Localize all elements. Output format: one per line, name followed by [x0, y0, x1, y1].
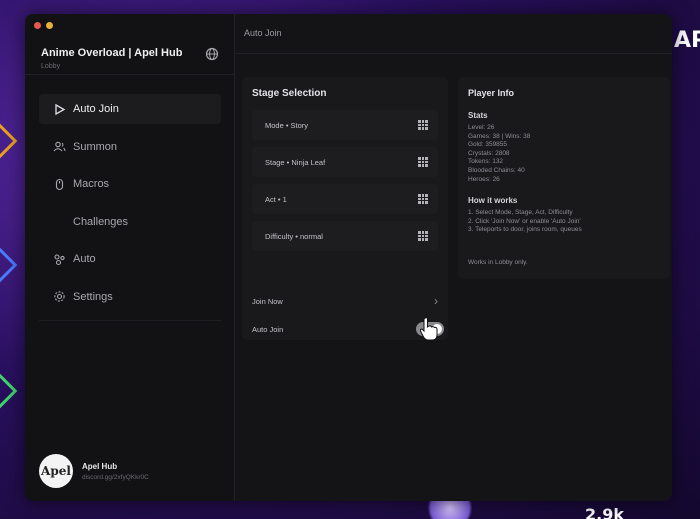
close-dot[interactable] [34, 22, 41, 29]
bg-corner-text: AP [674, 28, 700, 53]
stat-line: Tokens: 132 [468, 158, 504, 166]
how-step: 1. Select Mode, Stage, Act, Difficulty [468, 209, 573, 216]
stat-line: Games: 38 | Wins: 38 [468, 132, 531, 140]
act-dropdown[interactable]: Act • 1 [252, 184, 438, 214]
stage-selection-panel: Stage Selection Mode • Story Stage • Nin… [242, 77, 448, 340]
stage-dropdown[interactable]: Stage • Ninja Leaf [252, 147, 438, 177]
sidebar-item-settings[interactable]: Settings [39, 282, 221, 312]
sidebar-item-label: Summon [73, 140, 118, 153]
sidebar-item-label: Auto Join [73, 103, 119, 115]
user-profile[interactable]: Apel Apel Hub discord.gg/2xfyQKkr0C [39, 454, 149, 488]
lobby-note: Works in Lobby only. [468, 259, 528, 266]
mode-dropdown[interactable]: Mode • Story [252, 110, 438, 140]
bg-bottom-text: 2.9k [585, 505, 624, 519]
top-bar: Auto Join [236, 14, 672, 54]
stats-heading: Stats [468, 111, 488, 120]
how-it-works-heading: How it works [468, 196, 518, 205]
play-icon [52, 102, 66, 116]
sidebar-item-auto-join[interactable]: Auto Join [39, 94, 221, 124]
minimize-dot[interactable] [46, 22, 53, 29]
grid-icon [418, 157, 428, 167]
bg-diamond-green [0, 372, 18, 410]
act-dropdown-label: Act • 1 [265, 194, 287, 204]
hand-cursor-icon [419, 317, 438, 341]
globe-icon[interactable] [205, 47, 219, 61]
stat-line: Gold: 359855 [468, 141, 508, 149]
sidebar-nav: Auto Join Summon Macros Challenges Auto … [39, 94, 221, 319]
join-now-button[interactable]: Join Now › [252, 289, 442, 313]
sidebar-item-label: Macros [73, 178, 110, 190]
bg-diamond-orange [0, 122, 18, 160]
app-window: Anime Overload | Apel Hub Lobby Auto Joi… [25, 14, 672, 501]
grid-icon [418, 120, 428, 130]
how-step: 3. Teleports to door, joins room, queues [468, 226, 582, 234]
sidebar-divider [25, 74, 235, 75]
app-title: Anime Overload | Apel Hub [41, 47, 183, 59]
profile-discord: discord.gg/2xfyQKkr0C [82, 473, 149, 481]
difficulty-dropdown-label: Difficulty • normal [265, 231, 323, 241]
stat-line: Blooded Chains: 40 [468, 166, 525, 174]
bg-diamond-blue [0, 246, 18, 284]
window-controls [34, 22, 53, 29]
how-step: 2. Click 'Join Now' or enable 'Auto Join… [468, 217, 581, 225]
sidebar-bottom-divider [39, 320, 221, 321]
breadcrumb: Auto Join [244, 28, 282, 38]
stage-selection-title: Stage Selection [252, 88, 327, 99]
mode-dropdown-label: Mode • Story [265, 120, 309, 130]
stat-line: Heroes: 26 [468, 175, 500, 183]
grid-icon [418, 194, 428, 204]
sidebar: Anime Overload | Apel Hub Lobby Auto Joi… [25, 14, 235, 501]
auto-join-row: Auto Join [252, 317, 444, 341]
stats-list: Level: 26 Games: 38 | Wins: 38 Gold: 359… [468, 124, 530, 184]
gear-icon [52, 290, 66, 304]
chevron-right-icon: › [434, 294, 438, 308]
sidebar-item-auto[interactable]: Auto [39, 244, 221, 274]
how-it-works-list: 1. Select Mode, Stage, Act, Difficulty 2… [468, 209, 582, 235]
profile-name: Apel Hub [82, 461, 118, 471]
stat-line: Level: 26 [468, 124, 495, 131]
difficulty-dropdown[interactable]: Difficulty • normal [252, 221, 438, 251]
blank-icon-slot [52, 215, 66, 229]
avatar: Apel [39, 454, 73, 488]
sidebar-item-challenges[interactable]: Challenges [39, 207, 221, 237]
grid-icon [418, 231, 428, 241]
sidebar-item-summon[interactable]: Summon [39, 132, 221, 162]
macro-icon [52, 177, 66, 191]
auto-join-label: Auto Join [252, 324, 284, 334]
join-now-label: Join Now [252, 296, 283, 306]
sidebar-item-label: Auto [73, 253, 96, 265]
sidebar-item-label: Settings [73, 290, 113, 303]
player-info-title: Player Info [468, 88, 515, 98]
app-subtitle: Lobby [41, 63, 61, 70]
stage-dropdown-label: Stage • Ninja Leaf [265, 157, 326, 167]
users-icon [52, 140, 66, 154]
sidebar-item-macros[interactable]: Macros [39, 169, 221, 199]
sidebar-item-label: Challenges [73, 215, 129, 228]
player-info-panel: Player Info Stats Level: 26 Games: 38 | … [458, 77, 670, 279]
stat-line: Crystals: 2808 [468, 149, 510, 157]
auto-icon [52, 252, 66, 266]
